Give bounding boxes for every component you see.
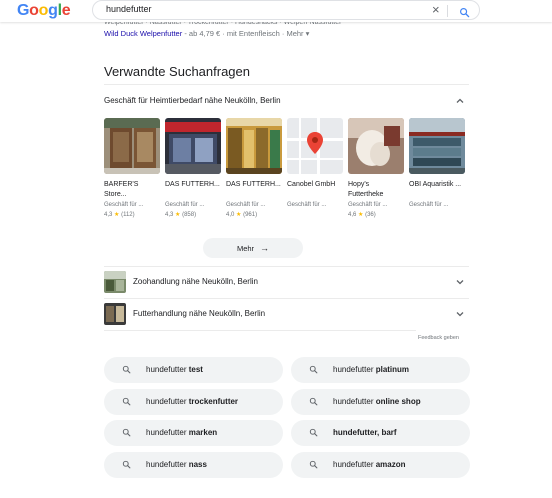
place-card[interactable]: DAS FUTTERH... Geschäft für ... 4,0 ★ (9… [226,118,282,218]
search-icon [122,428,131,437]
chevron-up-icon[interactable] [455,96,465,106]
place-card[interactable]: Hopy's Futtertheke Geschäft für ... 4,6 … [348,118,404,218]
place-rating: 4,3 ★ (112) [104,212,135,218]
suggestion-text: hundefutter nass [146,460,207,469]
star-icon: ★ [114,212,120,218]
place-photo [104,118,160,174]
place-name: OBI Aquaristik ... [409,181,462,188]
place-type: Geschäft für ... [165,202,205,208]
place-card[interactable]: DAS FUTTERH... Geschäft für ... 4,3 ★ (8… [165,118,221,218]
star-icon: ★ [236,212,242,218]
close-icon[interactable]: × [432,2,440,17]
chevron-down-icon[interactable] [455,277,465,287]
suggestion-pill[interactable]: hundefutter, barf [291,420,470,446]
place-rating: 4,0 ★ (961) [226,212,258,218]
search-icon [122,397,131,406]
place-card[interactable]: BARFER'S Store... Geschäft für ... 4,3 ★… [104,118,160,218]
suggestion-text: hundefutter, barf [333,428,397,437]
divider [104,330,416,331]
previous-result-more[interactable]: Mehr ▾ [286,29,309,38]
suggestion-text: hundefutter marken [146,428,218,437]
related-row-label: Futterhandlung nähe Neukölln, Berlin [133,309,266,318]
suggestion-text: hundefutter test [146,365,203,374]
zoo-store-thumbnail [104,271,126,293]
search-divider [447,5,448,17]
place-name: Canobel GmbH [287,181,336,188]
feed-store-thumbnail [104,303,126,325]
place-card[interactable]: OBI Aquaristik ... Geschäft für ... [409,118,465,208]
place-card[interactable]: Canobel GmbH Geschäft für ... [287,118,343,208]
search-header: Google hundefutter × [0,0,552,22]
suggestion-pill[interactable]: hundefutter online shop [291,389,470,415]
search-icon [309,460,318,469]
suggestion-pill[interactable]: hundefutter nass [104,452,283,478]
place-type: Geschäft für ... [409,202,449,208]
place-rating: 4,3 ★ (858) [165,212,197,218]
place-rating: 4,6 ★ (36) [348,212,376,218]
arrow-right-icon: → [260,243,270,253]
divider [104,84,469,85]
place-name: DAS FUTTERH... [165,181,220,188]
search-icon[interactable] [459,5,470,23]
place-map [287,118,343,174]
related-row-label: Zoohandlung nähe Neukölln, Berlin [133,277,258,286]
more-places-label: Mehr [236,244,255,253]
place-name: DAS FUTTERH... [226,181,281,188]
place-type: Geschäft für ... [226,202,266,208]
search-input[interactable]: hundefutter [106,4,152,14]
related-row[interactable]: Futterhandlung nähe Neukölln, Berlin [104,303,469,325]
place-photo [348,118,404,174]
previous-result-meta: - ab 4,79 € · mit Entenfleisch · [182,29,287,38]
star-icon: ★ [175,212,181,218]
suggestion-pill[interactable]: hundefutter amazon [291,452,470,478]
search-icon [309,397,318,406]
place-photo [165,118,221,174]
pet-store-group-title: Geschäft für Heimtierbedarf nähe Neuköll… [104,96,281,105]
suggestion-pill[interactable]: hundefutter marken [104,420,283,446]
suggestion-text: hundefutter platinum [333,365,410,374]
related-searches-title: Verwandte Suchanfragen [104,64,250,79]
place-type: Geschäft für ... [348,202,388,208]
place-photo [409,118,465,174]
search-icon [122,460,131,469]
search-box[interactable]: hundefutter × [92,0,480,20]
place-type: Geschäft für ... [287,202,327,208]
star-icon: ★ [358,212,364,218]
search-icon [122,365,131,374]
chevron-down-icon[interactable] [455,309,465,319]
more-places-button[interactable]: Mehr → [203,238,303,258]
place-name: BARFER'S Store... [104,181,139,198]
previous-result-link[interactable]: Wild Duck Welpenfutter [104,29,182,38]
pet-store-group-header[interactable]: Geschäft für Heimtierbedarf nähe Neuköll… [104,96,469,105]
suggestion-text: hundefutter trockenfutter [146,397,239,406]
place-cards: BARFER'S Store... Geschäft für ... 4,3 ★… [104,118,469,228]
suggestion-pill[interactable]: hundefutter trockenfutter [104,389,283,415]
divider [104,266,469,267]
suggestion-text: hundefutter online shop [333,397,421,406]
google-logo[interactable]: Google [17,2,71,20]
previous-result-line: Wild Duck Welpenfutter - ab 4,79 € · mit… [104,29,309,38]
place-type: Geschäft für ... [104,202,144,208]
suggestion-pill[interactable]: hundefutter test [104,357,283,383]
related-row[interactable]: Zoohandlung nähe Neukölln, Berlin [104,271,469,293]
feedback-link[interactable]: Feedback geben [418,335,459,341]
suggestion-pill[interactable]: hundefutter platinum [291,357,470,383]
place-name: Hopy's Futtertheke [348,181,384,198]
divider [104,298,469,299]
place-photo [226,118,282,174]
search-icon [309,365,318,374]
search-icon [309,428,318,437]
suggestion-text: hundefutter amazon [333,460,406,469]
